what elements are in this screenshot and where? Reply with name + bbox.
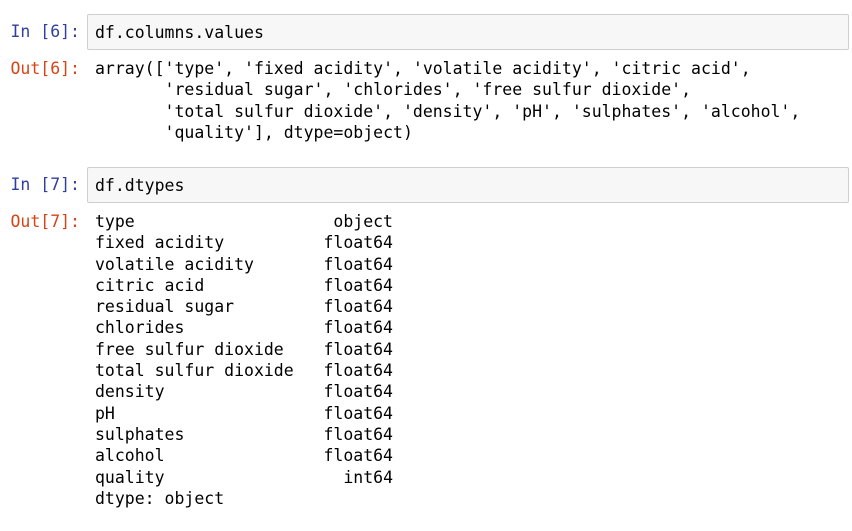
table-row: residual sugar float64 xyxy=(95,296,395,317)
column-dtype: float64 xyxy=(323,233,393,253)
column-dtype: float64 xyxy=(323,361,393,381)
output-prompt-7: Out[7]: xyxy=(10,212,80,231)
table-row: volatile acidity float64 xyxy=(95,254,395,275)
code-input-7[interactable]: df.dtypes xyxy=(87,167,849,203)
table-row: quality int64 xyxy=(95,467,395,488)
input-prompt-7: In [7]: xyxy=(10,175,80,194)
column-name: free sulfur dioxide xyxy=(95,339,284,359)
table-row: total sulfur dioxide float64 xyxy=(95,360,395,381)
table-row: free sulfur dioxide float64 xyxy=(95,339,395,360)
column-name: residual sugar xyxy=(95,297,235,317)
column-dtype: float64 xyxy=(323,446,393,466)
code-text-7: df.dtypes xyxy=(95,176,185,195)
column-dtype: int64 xyxy=(343,467,393,487)
column-name: chlorides xyxy=(95,318,185,338)
column-dtype: float64 xyxy=(323,382,393,402)
column-name: volatile acidity xyxy=(95,254,254,274)
output-line: 'residual sugar', 'chlorides', 'free sul… xyxy=(95,80,692,100)
input-prompt-6: In [6]: xyxy=(10,22,80,41)
dtype-footer-text: dtype: object xyxy=(95,488,225,508)
output-line: array(['type', 'fixed acidity', 'volatil… xyxy=(95,59,751,78)
column-dtype: float64 xyxy=(323,403,393,423)
column-name: total sulfur dioxide xyxy=(95,361,294,381)
column-dtype: float64 xyxy=(323,297,393,317)
table-row: type object xyxy=(95,211,395,232)
table-row: sulphates float64 xyxy=(95,424,395,445)
table-row: pH float64 xyxy=(95,403,395,424)
table-row: citric acid float64 xyxy=(95,275,395,296)
column-name: sulphates xyxy=(95,424,185,444)
output-line: 'quality'], dtype=object) xyxy=(95,122,413,142)
column-dtype: float64 xyxy=(323,254,393,274)
column-name: pH xyxy=(95,403,115,423)
column-dtype: float64 xyxy=(323,339,393,359)
output-line: 'total sulfur dioxide', 'density', 'pH',… xyxy=(95,101,801,121)
table-row: density float64 xyxy=(95,381,395,402)
column-name: alcohol xyxy=(95,446,165,466)
dtype-footer: dtype: object xyxy=(95,488,395,509)
column-dtype: float64 xyxy=(323,275,393,295)
column-dtype: float64 xyxy=(323,318,393,338)
column-name: citric acid xyxy=(95,275,205,295)
column-name: density xyxy=(95,382,165,402)
table-row: chlorides float64 xyxy=(95,317,395,338)
column-name: quality xyxy=(95,467,165,487)
column-name: type xyxy=(95,212,135,231)
table-row: fixed acidity float64 xyxy=(95,232,395,253)
code-input-6[interactable]: df.columns.values xyxy=(87,14,849,50)
table-row: alcohol float64 xyxy=(95,445,395,466)
output-prompt-6: Out[6]: xyxy=(10,59,80,78)
column-dtype: object xyxy=(333,212,393,231)
dtypes-output: type object fixed acidity float64 volatile… xyxy=(95,211,395,509)
code-text-6: df.columns.values xyxy=(95,23,264,42)
column-dtype: float64 xyxy=(323,424,393,444)
column-name: fixed acidity xyxy=(95,233,225,253)
